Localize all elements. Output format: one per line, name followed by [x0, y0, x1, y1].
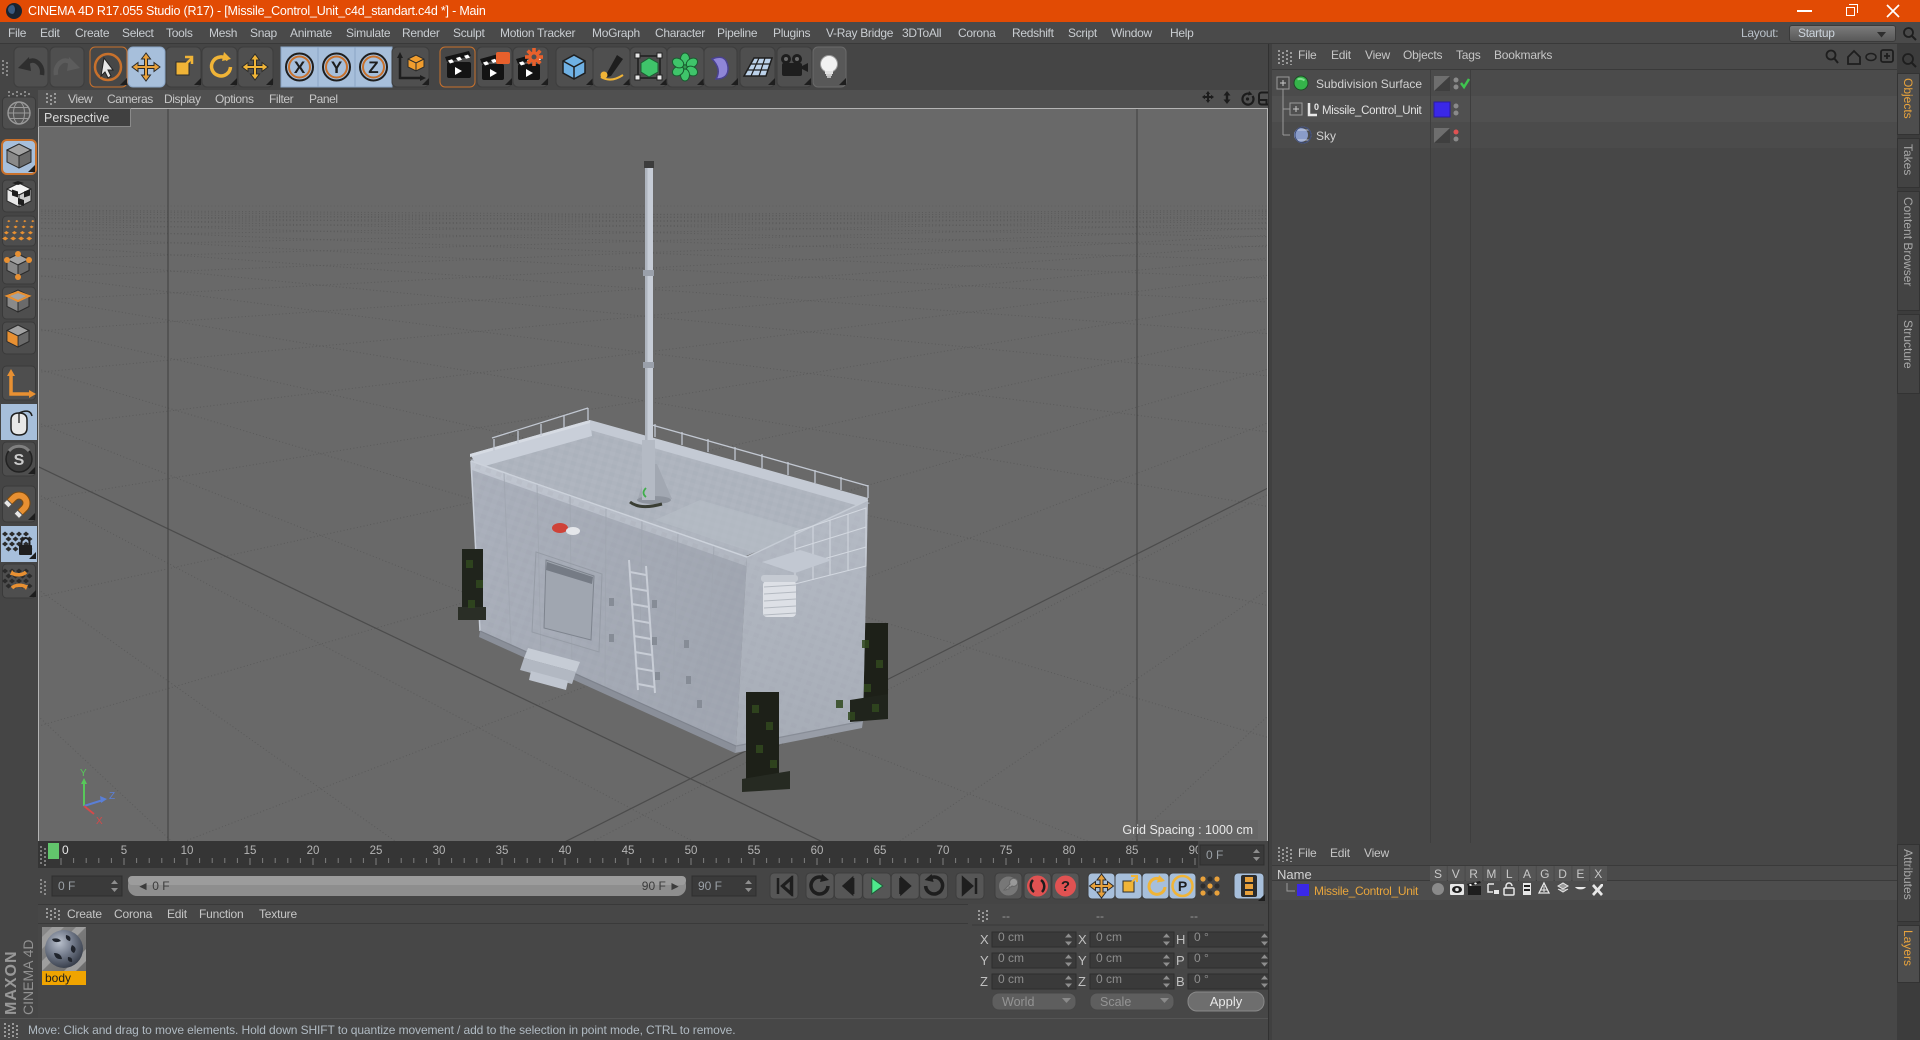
- svg-text:0: 0: [1314, 102, 1319, 112]
- svg-text:45: 45: [622, 845, 635, 857]
- svg-text:--: --: [1096, 909, 1104, 923]
- svg-text:10: 10: [181, 845, 194, 857]
- svg-text:Subdivision Surface: Subdivision Surface: [1316, 77, 1422, 91]
- svg-text:P: P: [1176, 953, 1185, 968]
- svg-text:◄ 0 F: ◄ 0 F: [137, 879, 170, 893]
- svg-text:0 F: 0 F: [58, 879, 75, 893]
- svg-text:70: 70: [937, 845, 950, 857]
- svg-text:D: D: [1558, 867, 1567, 881]
- svg-text:X: X: [1594, 867, 1602, 881]
- svg-text:body: body: [45, 971, 71, 985]
- svg-text:X: X: [96, 816, 103, 827]
- svg-text:G: G: [1540, 867, 1549, 881]
- svg-text:X: X: [1078, 932, 1087, 947]
- svg-text:0 cm: 0 cm: [1096, 972, 1122, 986]
- svg-text:85: 85: [1126, 845, 1139, 857]
- svg-text:90 F ►: 90 F ►: [642, 879, 681, 893]
- svg-text:Grid Spacing : 1000 cm: Grid Spacing : 1000 cm: [1122, 823, 1253, 837]
- svg-text:0 cm: 0 cm: [998, 951, 1024, 965]
- svg-text:0 cm: 0 cm: [1096, 951, 1122, 965]
- svg-text:50: 50: [685, 845, 698, 857]
- svg-text:World: World: [1002, 995, 1034, 1009]
- svg-text:Z: Z: [368, 58, 378, 77]
- svg-text:90 F: 90 F: [698, 879, 722, 893]
- svg-text:L: L: [1506, 867, 1513, 881]
- svg-text:0 °: 0 °: [1194, 951, 1209, 965]
- svg-text:Perspective: Perspective: [44, 111, 109, 125]
- svg-text:0 °: 0 °: [1194, 930, 1209, 944]
- svg-text:Name: Name: [1277, 867, 1312, 882]
- svg-text:Z: Z: [1078, 974, 1086, 989]
- svg-text:X: X: [980, 932, 989, 947]
- svg-text:P: P: [1178, 878, 1187, 894]
- svg-text:0 F: 0 F: [1206, 848, 1223, 862]
- svg-text:V: V: [1452, 867, 1460, 881]
- svg-text:E: E: [1576, 867, 1584, 881]
- svg-text:0: 0: [62, 843, 69, 857]
- svg-text:B: B: [1176, 974, 1185, 989]
- svg-text:Apply: Apply: [1210, 994, 1243, 1009]
- svg-text:H: H: [1176, 932, 1185, 947]
- svg-text:30: 30: [433, 845, 446, 857]
- svg-text:?: ?: [1061, 878, 1070, 895]
- svg-text:X: X: [294, 58, 306, 77]
- svg-text:40: 40: [559, 845, 572, 857]
- svg-text:25: 25: [370, 845, 383, 857]
- svg-text:Sky: Sky: [1316, 129, 1336, 143]
- svg-text:Z: Z: [109, 791, 115, 802]
- svg-text:15: 15: [244, 845, 257, 857]
- svg-text:Y: Y: [80, 768, 87, 779]
- svg-text:--: --: [1002, 909, 1010, 923]
- svg-text:0 cm: 0 cm: [998, 972, 1024, 986]
- svg-text:5: 5: [121, 845, 127, 857]
- svg-text:Y: Y: [331, 58, 343, 77]
- svg-text:CINEMA 4D: CINEMA 4D: [20, 940, 36, 1015]
- svg-text:20: 20: [307, 845, 320, 857]
- svg-text:M: M: [1486, 867, 1496, 881]
- svg-text:R: R: [1469, 867, 1478, 881]
- svg-text:A: A: [1523, 867, 1531, 881]
- svg-text:Z: Z: [980, 974, 988, 989]
- svg-text:0 °: 0 °: [1194, 972, 1209, 986]
- svg-text:Scale: Scale: [1100, 995, 1131, 1009]
- svg-text:0 cm: 0 cm: [998, 930, 1024, 944]
- svg-text:Y: Y: [980, 953, 989, 968]
- svg-text:80: 80: [1063, 845, 1076, 857]
- svg-text:S: S: [1434, 867, 1442, 881]
- svg-text:65: 65: [874, 845, 887, 857]
- svg-text:0 cm: 0 cm: [1096, 930, 1122, 944]
- svg-text:S: S: [14, 452, 25, 469]
- svg-text:60: 60: [811, 845, 824, 857]
- svg-text:55: 55: [748, 845, 761, 857]
- svg-text:MAXON: MAXON: [3, 950, 20, 1015]
- svg-text:75: 75: [1000, 845, 1013, 857]
- svg-text:Y: Y: [1078, 953, 1087, 968]
- svg-text:35: 35: [496, 845, 509, 857]
- svg-text:--: --: [1190, 909, 1198, 923]
- svg-text:Missile_Control_Unit: Missile_Control_Unit: [1322, 105, 1423, 117]
- svg-text:Missile_Control_Unit: Missile_Control_Unit: [1314, 884, 1419, 898]
